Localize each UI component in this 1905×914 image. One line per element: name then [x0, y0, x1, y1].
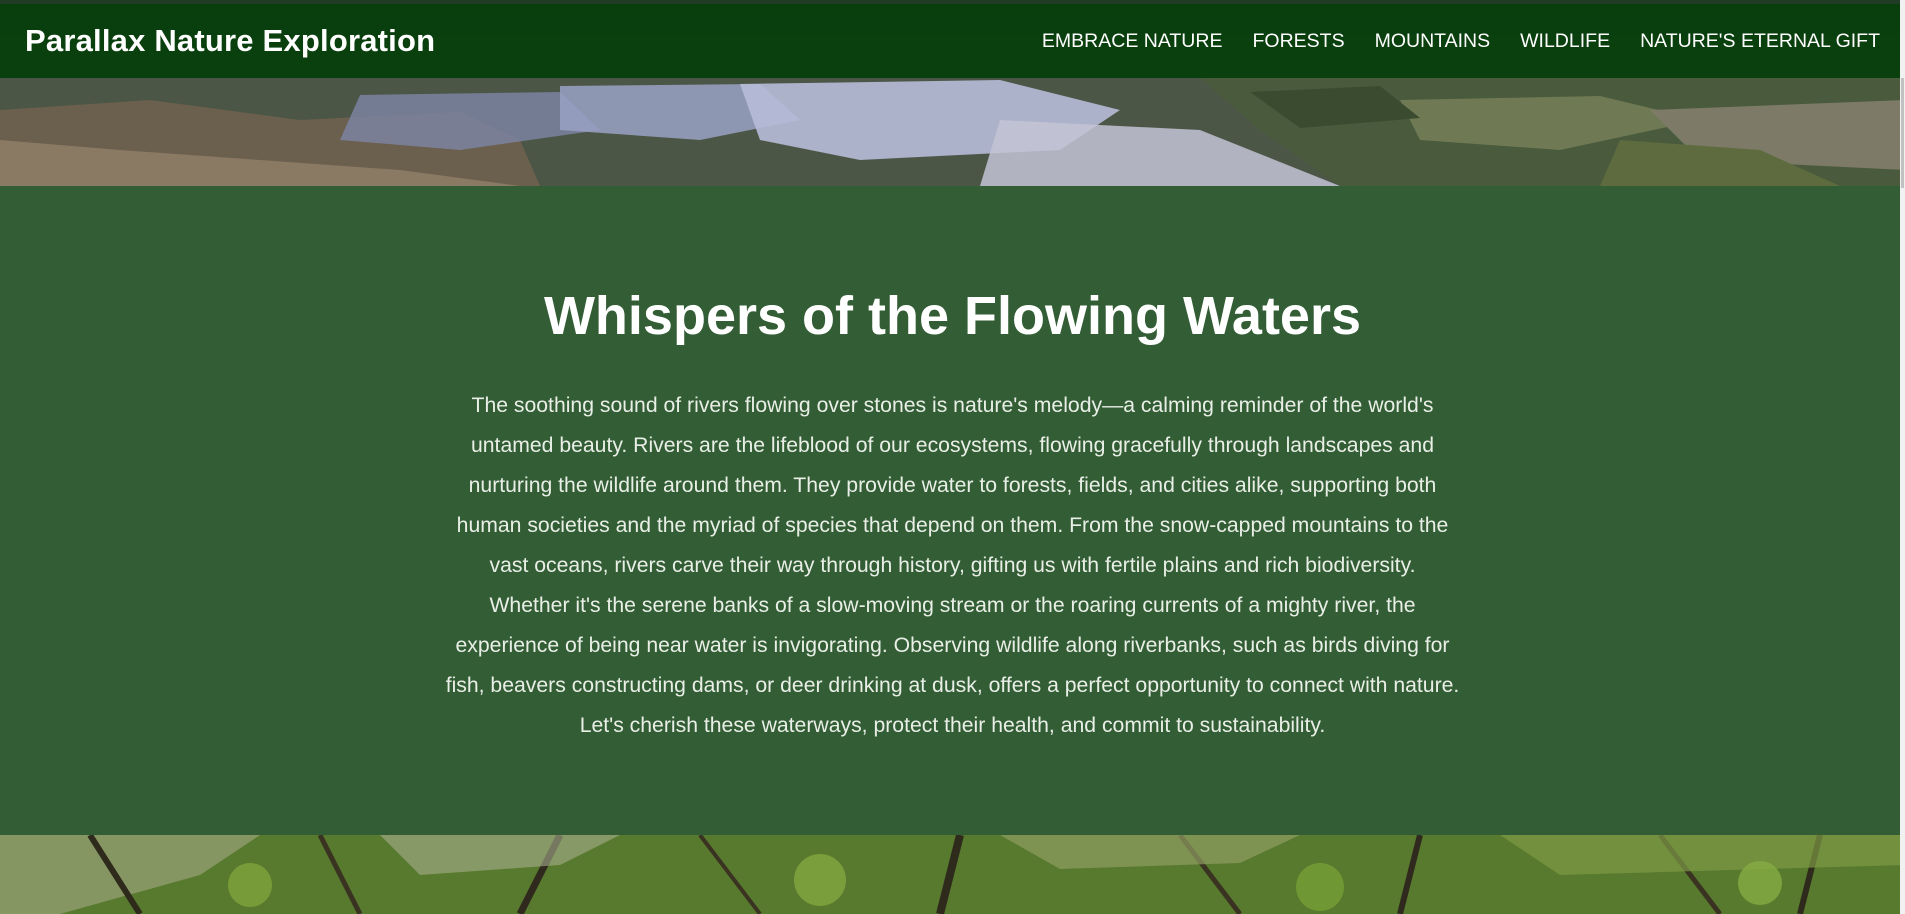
- nav-link-mountains[interactable]: MOUNTAINS: [1375, 30, 1491, 53]
- section-body: The soothing sound of rivers flowing ove…: [437, 386, 1468, 746]
- main-nav: EMBRACE NATURE FORESTS MOUNTAINS WILDLIF…: [1042, 30, 1880, 53]
- site-header: Parallax Nature Exploration EMBRACE NATU…: [0, 4, 1905, 78]
- site-brand[interactable]: Parallax Nature Exploration: [25, 23, 435, 59]
- nav-link-wildlife[interactable]: WILDLIFE: [1520, 30, 1610, 53]
- paragraph-1: The soothing sound of rivers flowing ove…: [456, 394, 1449, 577]
- nav-link-embrace-nature[interactable]: EMBRACE NATURE: [1042, 30, 1223, 53]
- flowing-waters-section: Whispers of the Flowing Waters The sooth…: [0, 186, 1905, 835]
- forest-background-image: [0, 835, 1905, 914]
- paragraph-2: Whether it's the serene banks of a slow-…: [445, 594, 1460, 737]
- nav-link-forests[interactable]: FORESTS: [1252, 30, 1344, 53]
- section-title: Whispers of the Flowing Waters: [543, 286, 1362, 346]
- page: Parallax Nature Exploration EMBRACE NATU…: [0, 0, 1905, 914]
- scrollbar-thumb[interactable]: [1901, 78, 1904, 188]
- nav-link-natures-eternal-gift[interactable]: NATURE'S ETERNAL GIFT: [1640, 30, 1880, 53]
